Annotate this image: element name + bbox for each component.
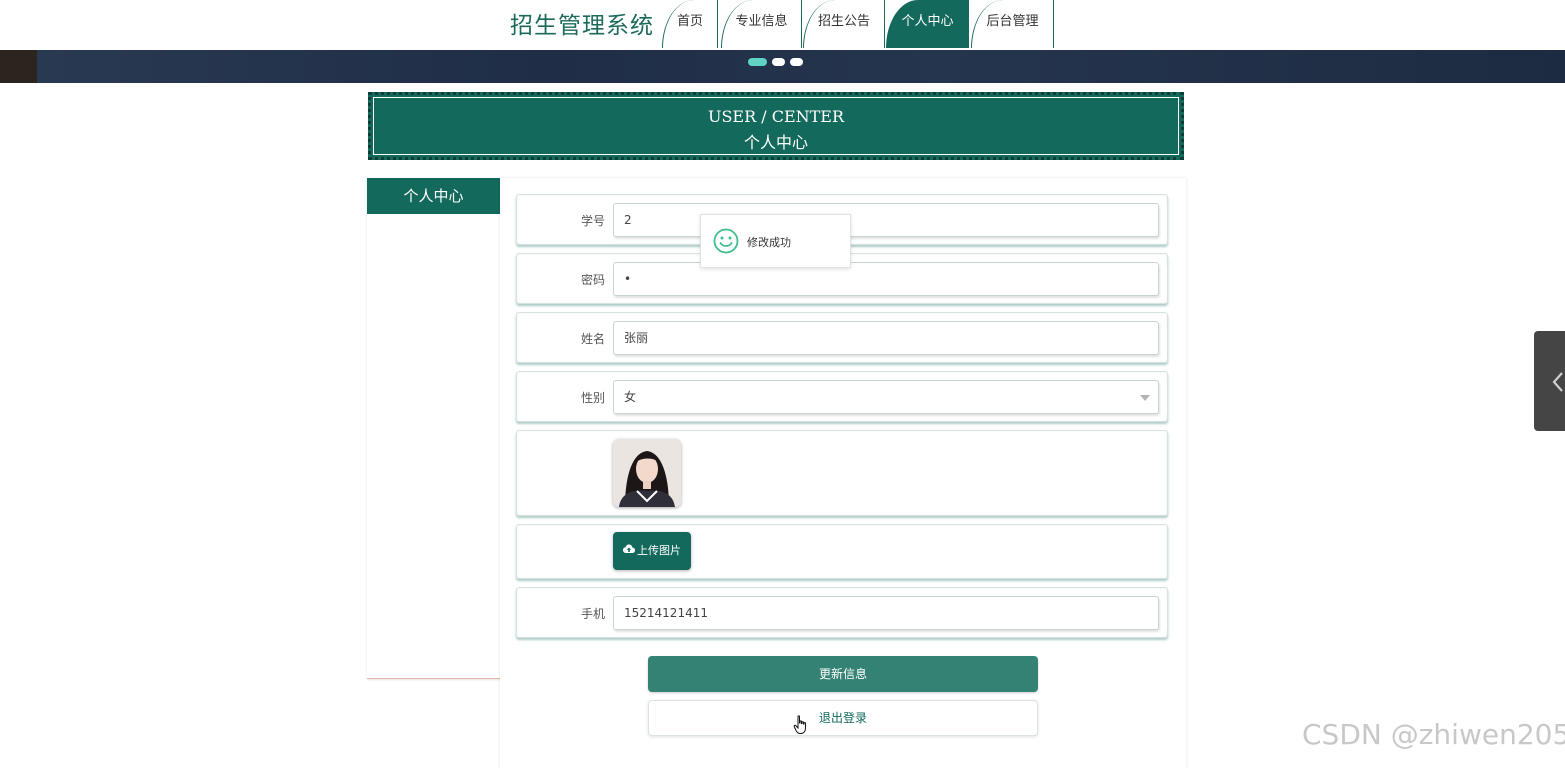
upload-image-label: 上传图片: [637, 544, 681, 557]
side-expand-tab[interactable]: [1534, 331, 1565, 431]
success-toast: 修改成功: [700, 214, 851, 268]
phone-input[interactable]: 15214121411: [613, 596, 1159, 630]
chevron-left-icon: [1552, 372, 1563, 392]
name-input[interactable]: 张丽: [613, 321, 1159, 355]
carousel-dot-1[interactable]: [748, 58, 767, 66]
form-row-gender: 性别 女: [516, 371, 1168, 422]
cloud-upload-icon: [623, 532, 635, 570]
nav-item-admin[interactable]: 后台管理: [971, 0, 1054, 48]
update-info-button[interactable]: 更新信息: [648, 656, 1038, 692]
nav-item-majors[interactable]: 专业信息: [721, 0, 802, 48]
carousel-dot-3[interactable]: [790, 58, 803, 66]
gender-label: 性别: [580, 391, 605, 405]
nav-item-announcements[interactable]: 招生公告: [803, 0, 885, 48]
watermark: CSDN @zhiwen205: [1302, 718, 1565, 751]
hand-cursor-icon: [793, 715, 809, 739]
avatar: [613, 439, 681, 507]
form-row-upload: 上传图片: [516, 524, 1168, 579]
form-row-avatar: [516, 430, 1168, 516]
form-row-name: 姓名 张丽: [516, 312, 1168, 363]
student-no-input[interactable]: 2: [613, 203, 1159, 237]
toast-message: 修改成功: [747, 236, 791, 249]
form-row-phone: 手机 15214121411: [516, 587, 1168, 638]
section-title-cn: 个人中心: [743, 133, 808, 152]
chevron-down-icon: [1140, 395, 1150, 401]
section-header: USER / CENTER 个人中心: [368, 92, 1184, 160]
nav-item-home[interactable]: 首页: [662, 0, 718, 48]
phone-label: 手机: [580, 607, 605, 621]
banner-image: [0, 50, 37, 83]
upload-image-button[interactable]: 上传图片: [613, 532, 691, 570]
gender-select-value: 女: [624, 390, 637, 404]
name-label: 姓名: [580, 332, 605, 346]
sidebar: 个人中心: [367, 178, 500, 679]
sidebar-item-user-center[interactable]: 个人中心: [367, 178, 500, 214]
password-label: 密码: [580, 273, 605, 287]
site-title: 招生管理系统: [510, 13, 654, 39]
gender-select[interactable]: 女: [613, 380, 1159, 414]
logout-button[interactable]: 退出登录: [648, 700, 1038, 736]
password-input[interactable]: •: [613, 262, 1159, 296]
section-title-en: USER / CENTER: [707, 107, 845, 126]
smile-icon: [713, 228, 739, 258]
carousel-dot-2[interactable]: [772, 58, 785, 66]
nav-item-user-center[interactable]: 个人中心: [886, 0, 969, 48]
banner-carousel: [0, 50, 1565, 83]
student-no-label: 学号: [580, 214, 605, 228]
